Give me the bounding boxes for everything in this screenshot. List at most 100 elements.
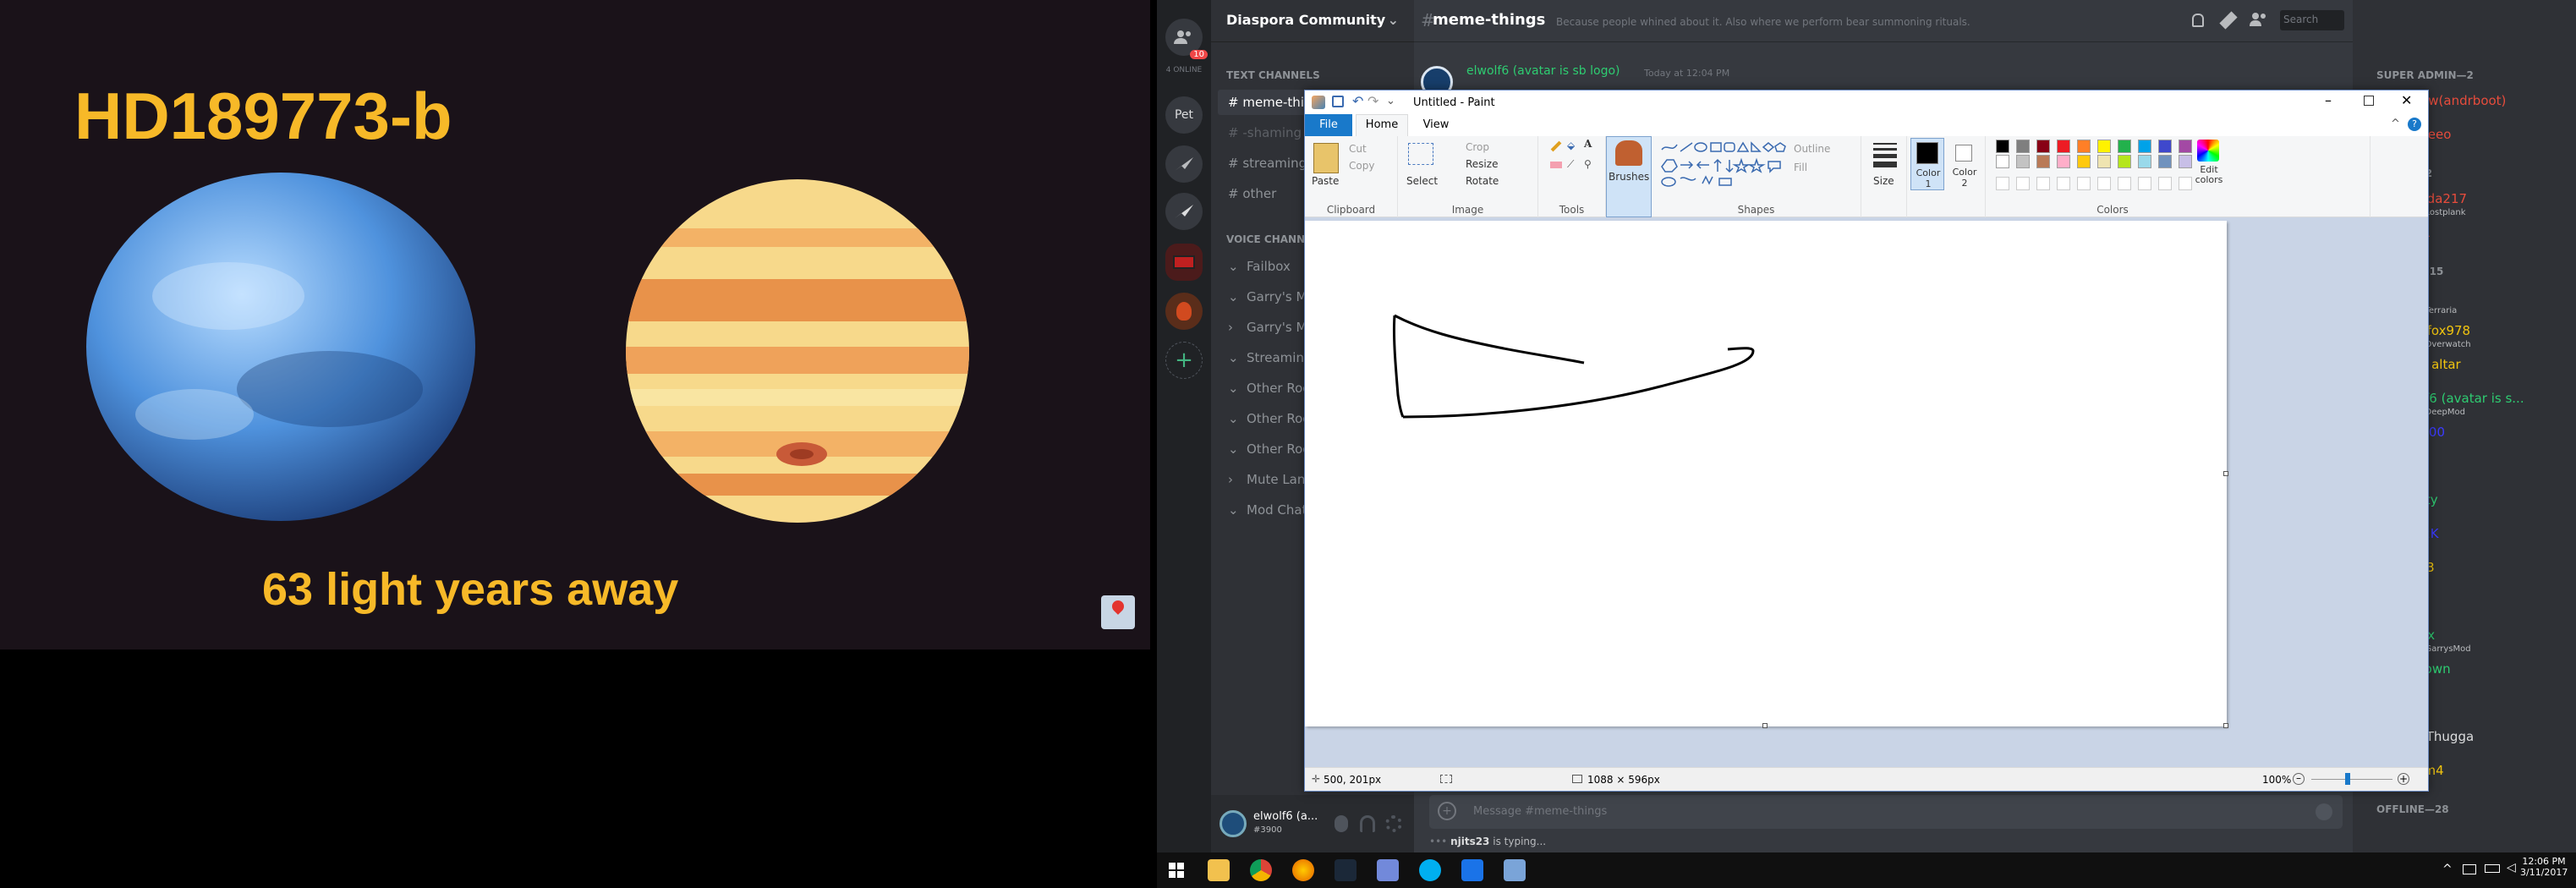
voice-expand-chevron-icon[interactable]: ⌄	[1228, 381, 1239, 396]
undo-icon[interactable]: ↶	[1352, 93, 1363, 109]
custom-color-slot[interactable]	[2016, 177, 2030, 190]
custom-color-slot[interactable]	[2077, 177, 2091, 190]
palette-swatch[interactable]	[2138, 155, 2151, 168]
tray-chevron-icon[interactable]: ^	[2442, 863, 2453, 876]
palette-swatch[interactable]	[1996, 140, 2009, 153]
palette-swatch[interactable]	[2179, 155, 2192, 168]
palette-swatch[interactable]	[2077, 140, 2091, 153]
custom-color-slot[interactable]	[2097, 177, 2111, 190]
voice-channel[interactable]: Garry's M	[1247, 320, 1307, 335]
color-picker-icon[interactable]: ⟋	[1567, 158, 1574, 171]
upload-icon[interactable]: +	[1438, 802, 1456, 820]
custom-color-slot[interactable]	[2179, 177, 2192, 190]
search-input[interactable]: Search	[2283, 14, 2318, 25]
edit-colors-icon[interactable]	[2197, 140, 2219, 162]
firefox-icon[interactable]	[1292, 859, 1314, 881]
palette-swatch[interactable]	[2118, 155, 2131, 168]
palette-swatch[interactable]	[2036, 155, 2050, 168]
message-input[interactable]: Message #meme-things	[1473, 805, 1607, 818]
settings-gear-icon[interactable]	[1385, 815, 1402, 832]
cut-button[interactable]: Cut	[1349, 143, 1367, 155]
bell-icon[interactable]	[2192, 14, 2204, 27]
paste-button[interactable]: Paste	[1312, 175, 1339, 187]
voice-channel[interactable]: Other Roo	[1247, 411, 1310, 426]
collapse-ribbon-icon[interactable]: ^	[2391, 118, 2400, 130]
message-author[interactable]: elwolf6 (avatar is sb logo)	[1466, 64, 1620, 78]
volume-icon[interactable]: ◁	[2507, 861, 2516, 874]
copy-button[interactable]: Copy	[1349, 160, 1374, 172]
palette-swatch[interactable]	[2179, 140, 2192, 153]
voice-channel[interactable]: Streaming	[1247, 350, 1312, 365]
close-button[interactable]: ✕	[2401, 92, 2412, 108]
headphones-icon[interactable]	[1360, 815, 1375, 832]
voice-channel[interactable]: Mute Lan	[1247, 472, 1305, 487]
voice-expand-chevron-icon[interactable]: ⌄	[1228, 411, 1239, 426]
redo-icon[interactable]: ↷	[1367, 93, 1378, 109]
steam-icon[interactable]	[1335, 859, 1357, 881]
palette-swatch[interactable]	[2077, 155, 2091, 168]
custom-color-slot[interactable]	[2158, 177, 2172, 190]
size-button[interactable]: Size	[1861, 136, 1907, 217]
palette-swatch[interactable]	[1996, 155, 2009, 168]
pencil-icon[interactable]	[1550, 140, 1562, 152]
voice-channel[interactable]: Other Roo	[1247, 381, 1310, 396]
voice-channel[interactable]: Garry's M	[1247, 289, 1307, 304]
voice-expand-chevron-icon[interactable]: ›	[1228, 472, 1233, 487]
guild-jet2-icon[interactable]	[1165, 193, 1203, 230]
zoom-in-button[interactable]: +	[2398, 773, 2409, 785]
guild-diaspora-icon[interactable]	[1165, 244, 1203, 281]
paint-taskbar-icon[interactable]	[1504, 859, 1526, 881]
pin-icon[interactable]	[2219, 11, 2238, 30]
avatar[interactable]	[1219, 810, 1247, 837]
tab-view[interactable]: View	[1415, 114, 1457, 136]
magnifier-icon[interactable]: ⚲	[1584, 158, 1592, 170]
drawing-canvas[interactable]	[1305, 221, 2228, 728]
resize-handle-corner[interactable]	[2223, 723, 2228, 728]
channel-other[interactable]: # other	[1228, 186, 1276, 201]
channel-shaming[interactable]: # -shaming	[1228, 125, 1302, 140]
color2-button[interactable]: Color 2	[1948, 138, 1981, 190]
palette-swatch[interactable]	[2158, 140, 2172, 153]
maximize-button[interactable]	[2364, 96, 2374, 106]
voice-expand-chevron-icon[interactable]: ›	[1228, 320, 1233, 335]
voice-expand-chevron-icon[interactable]: ⌄	[1228, 289, 1239, 304]
paint-app-icon[interactable]	[1312, 96, 1325, 109]
palette-swatch[interactable]	[2118, 140, 2131, 153]
skype-icon[interactable]	[1419, 859, 1441, 881]
palette-swatch[interactable]	[2057, 155, 2070, 168]
voice-channel[interactable]: Mod Chat	[1247, 502, 1307, 518]
add-server-icon[interactable]: +	[1165, 342, 1203, 379]
voice-channel[interactable]: Other Roo	[1247, 441, 1310, 457]
paste-icon[interactable]	[1313, 143, 1339, 173]
palette-swatch[interactable]	[2016, 140, 2030, 153]
custom-color-slot[interactable]	[2138, 177, 2151, 190]
g-app-icon[interactable]	[1461, 859, 1483, 881]
server-name[interactable]: Diaspora Community ⌄	[1211, 0, 1414, 42]
crop-button[interactable]: Crop	[1466, 141, 1489, 153]
battery-icon[interactable]	[2485, 864, 2500, 873]
palette-swatch[interactable]	[2138, 140, 2151, 153]
voice-channel[interactable]: Failbox	[1247, 259, 1291, 274]
voice-expand-chevron-icon[interactable]: ⌄	[1228, 259, 1239, 274]
resize-button[interactable]: Resize	[1466, 158, 1498, 170]
rotate-button[interactable]: Rotate	[1466, 175, 1499, 187]
palette-swatch[interactable]	[2097, 140, 2111, 153]
outline-dropdown[interactable]: Outline	[1794, 143, 1830, 155]
emoji-icon[interactable]	[2316, 803, 2332, 820]
custom-color-slot[interactable]	[2036, 177, 2050, 190]
palette-swatch[interactable]	[2036, 140, 2050, 153]
file-explorer-icon[interactable]	[1208, 859, 1230, 881]
member-list-icon[interactable]	[2250, 12, 2268, 27]
voice-expand-chevron-icon[interactable]: ⌄	[1228, 350, 1239, 365]
zoom-slider-track[interactable]	[2311, 779, 2392, 780]
zoom-slider-thumb[interactable]	[2345, 773, 2350, 785]
tab-file[interactable]: File	[1305, 114, 1352, 136]
help-icon[interactable]: ?	[2408, 118, 2421, 131]
resize-handle-right[interactable]	[2223, 471, 2228, 476]
text-icon[interactable]: A	[1584, 138, 1592, 150]
chrome-icon[interactable]	[1250, 859, 1272, 881]
zoom-out-button[interactable]: –	[2293, 773, 2305, 785]
guild-pet[interactable]: Pet	[1165, 96, 1203, 134]
select-icon[interactable]	[1408, 143, 1433, 165]
start-windows-icon[interactable]	[1169, 863, 1184, 878]
